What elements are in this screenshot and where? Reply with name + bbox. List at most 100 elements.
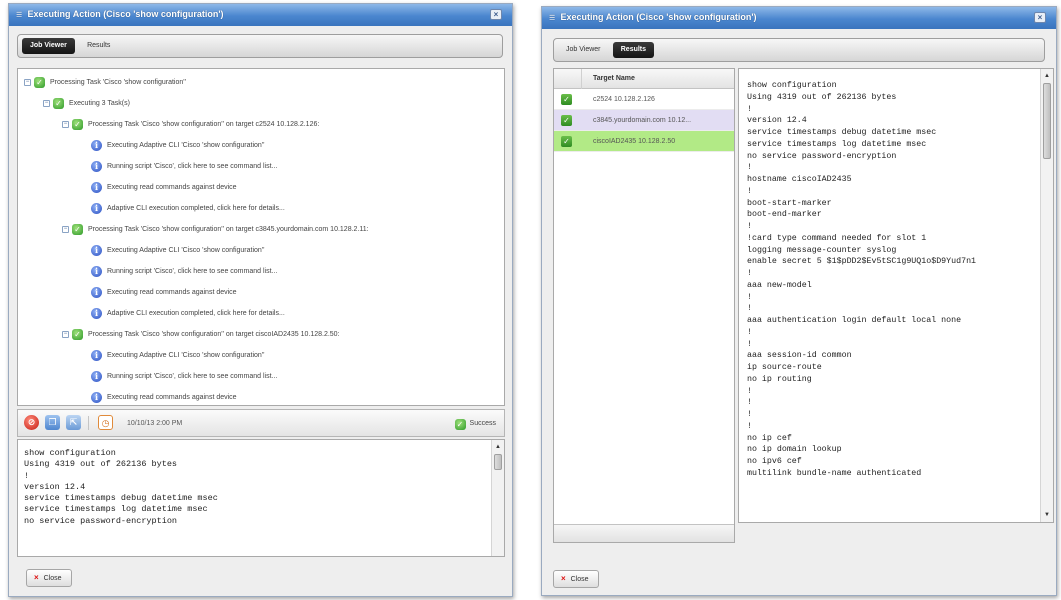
tab-strip: Job Viewer Results <box>17 34 503 58</box>
success-check-icon: ✓ <box>72 329 83 340</box>
tree-node[interactable]: i Adaptive CLI execution completed, click… <box>18 198 504 219</box>
tree-node-label: Processing Task 'Cisco 'show configurati… <box>88 226 369 233</box>
tree-node[interactable]: i Adaptive CLI execution completed, click… <box>18 303 504 324</box>
info-icon: i <box>91 350 102 361</box>
tree-node[interactable]: i Executing read commands against device <box>18 387 504 405</box>
checkmark-icon: ✓ <box>561 94 572 105</box>
close-button[interactable]: × Close <box>553 570 599 588</box>
close-button-label: Close <box>570 576 589 583</box>
tree-node-label: Executing Adaptive CLI 'Cisco 'show conf… <box>107 142 265 149</box>
scroll-up-icon[interactable]: ▲ <box>493 442 503 452</box>
info-icon: i <box>91 287 102 298</box>
tree-node[interactable]: i Executing read commands against device <box>18 177 504 198</box>
tree-node-label: Processing Task 'Cisco 'show configurati… <box>88 331 340 338</box>
export-icon[interactable]: ⇱ <box>66 415 81 430</box>
info-icon: i <box>91 161 102 172</box>
collapse-toggle-icon[interactable]: − <box>43 100 50 107</box>
output-scrollbar[interactable]: ▲ <box>491 440 504 556</box>
command-output[interactable]: show configuration Using 4319 out of 262… <box>17 439 505 557</box>
window-title: Executing Action (Cisco 'show configurat… <box>27 9 224 19</box>
tree-node-label: Running script 'Cisco', click here to se… <box>107 373 278 380</box>
tree-node[interactable]: i Executing Adaptive CLI 'Cisco 'show con… <box>18 135 504 156</box>
tree-node-label: Executing read commands against device <box>107 184 237 191</box>
success-check-icon: ✓ <box>72 119 83 130</box>
checkmark-icon: ✓ <box>561 115 572 126</box>
window-close-icon[interactable]: × <box>1034 12 1046 23</box>
success-check-icon: ✓ <box>34 77 45 88</box>
scroll-down-icon[interactable]: ▼ <box>1042 510 1052 520</box>
tree-node-label: Executing Adaptive CLI 'Cisco 'show conf… <box>107 352 265 359</box>
info-icon: i <box>91 266 102 277</box>
tab-results[interactable]: Results <box>79 38 118 54</box>
configuration-output[interactable]: show configuration Using 4319 out of 262… <box>738 68 1054 523</box>
success-check-icon: ✓ <box>72 224 83 235</box>
output-toolbar: ⊘ ❐ ⇱ ◷ 10/10/13 2:00 PM ✓ Success <box>17 409 505 437</box>
window-close-icon[interactable]: × <box>490 9 502 20</box>
tree-node[interactable]: − ✓ Processing Task 'Cisco 'show configura… <box>18 72 504 93</box>
collapse-toggle-icon[interactable]: − <box>62 121 69 128</box>
tree-node[interactable]: i Executing Adaptive CLI 'Cisco 'show con… <box>18 345 504 366</box>
success-check-icon: ✓ <box>53 98 64 109</box>
target-row[interactable]: ✓ c3845.yourdomain.com 10.12... <box>554 110 734 131</box>
info-icon: i <box>91 140 102 151</box>
toolbar-divider <box>88 416 89 430</box>
target-list-footer <box>554 524 734 542</box>
tree-node[interactable]: − ✓ Executing 3 Task(s) <box>18 93 504 114</box>
target-row[interactable]: ✓ c2524 10.128.2.126 <box>554 89 734 110</box>
tab-job-viewer[interactable]: Job Viewer <box>22 38 75 54</box>
tree-node-label: Running script 'Cisco', click here to se… <box>107 163 278 170</box>
tree-node-label: Adaptive CLI execution completed, click … <box>107 310 285 317</box>
status-badge: ✓ Success <box>454 410 496 438</box>
close-button[interactable]: × Close <box>26 569 72 587</box>
job-viewer-window: ☰ Executing Action (Cisco 'show configur… <box>8 3 513 597</box>
window-title: Executing Action (Cisco 'show configurat… <box>560 12 757 22</box>
tree-node-label: Running script 'Cisco', click here to se… <box>107 268 278 275</box>
tree-node-label: Executing 3 Task(s) <box>69 100 130 107</box>
scroll-thumb[interactable] <box>494 454 502 470</box>
task-tree: − ✓ Processing Task 'Cisco 'show configura… <box>17 68 505 406</box>
tree-node[interactable]: i Executing Adaptive CLI 'Cisco 'show con… <box>18 240 504 261</box>
close-x-icon: × <box>34 573 39 582</box>
tree-node[interactable]: i Running script 'Cisco', click here to s… <box>18 261 504 282</box>
tree-node[interactable]: − ✓ Processing Task 'Cisco 'show configura… <box>18 114 504 135</box>
copy-icon[interactable]: ❐ <box>45 415 60 430</box>
scroll-thumb[interactable] <box>1043 83 1051 159</box>
tree-node[interactable]: i Running script 'Cisco', click here to s… <box>18 156 504 177</box>
info-icon: i <box>91 392 102 403</box>
tree-node-label: Adaptive CLI execution completed, click … <box>107 205 285 212</box>
tree-node[interactable]: − ✓ Processing Task 'Cisco 'show configura… <box>18 219 504 240</box>
status-label: Success <box>469 420 496 427</box>
config-text: show configuration Using 4319 out of 262… <box>747 81 977 478</box>
tree-node-label: Processing Task 'Cisco 'show configurati… <box>88 121 320 128</box>
checkmark-icon: ✓ <box>561 136 572 147</box>
tree-node[interactable]: − ✓ Processing Task 'Cisco 'show configura… <box>18 324 504 345</box>
scroll-up-icon[interactable]: ▲ <box>1042 71 1052 81</box>
tree-node-label: Executing read commands against device <box>107 394 237 401</box>
window-titlebar[interactable]: ☰ Executing Action (Cisco 'show configur… <box>542 7 1056 29</box>
target-name: c3845.yourdomain.com 10.12... <box>593 117 692 124</box>
checkbox-column-header <box>554 69 582 89</box>
success-icon: ✓ <box>454 419 466 430</box>
timestamp: 10/10/13 2:00 PM <box>127 420 183 427</box>
collapse-toggle-icon[interactable]: − <box>24 79 31 86</box>
window-titlebar[interactable]: ☰ Executing Action (Cisco 'show configur… <box>9 4 512 26</box>
config-scrollbar[interactable]: ▲ ▼ <box>1040 69 1053 522</box>
output-text: show configuration Using 4319 out of 262… <box>24 448 218 526</box>
collapse-toggle-icon[interactable]: − <box>62 331 69 338</box>
info-icon: i <box>91 308 102 319</box>
tree-node[interactable]: i Executing read commands against device <box>18 282 504 303</box>
clock-icon: ◷ <box>98 415 113 430</box>
target-list-header: Target Name <box>554 69 734 89</box>
tree-node-label: Executing Adaptive CLI 'Cisco 'show conf… <box>107 247 265 254</box>
tree-node[interactable]: i Running script 'Cisco', click here to s… <box>18 366 504 387</box>
stop-icon[interactable]: ⊘ <box>24 415 39 430</box>
tab-results[interactable]: Results <box>612 42 655 58</box>
results-window: ☰ Executing Action (Cisco 'show configur… <box>541 6 1057 596</box>
info-icon: i <box>91 182 102 193</box>
target-name: ciscoIAD2435 10.128.2.50 <box>593 138 676 145</box>
target-name-header[interactable]: Target Name <box>593 69 635 89</box>
target-row[interactable]: ✓ ciscoIAD2435 10.128.2.50 <box>554 131 734 152</box>
info-icon: i <box>91 245 102 256</box>
collapse-toggle-icon[interactable]: − <box>62 226 69 233</box>
tab-job-viewer[interactable]: Job Viewer <box>558 42 609 58</box>
